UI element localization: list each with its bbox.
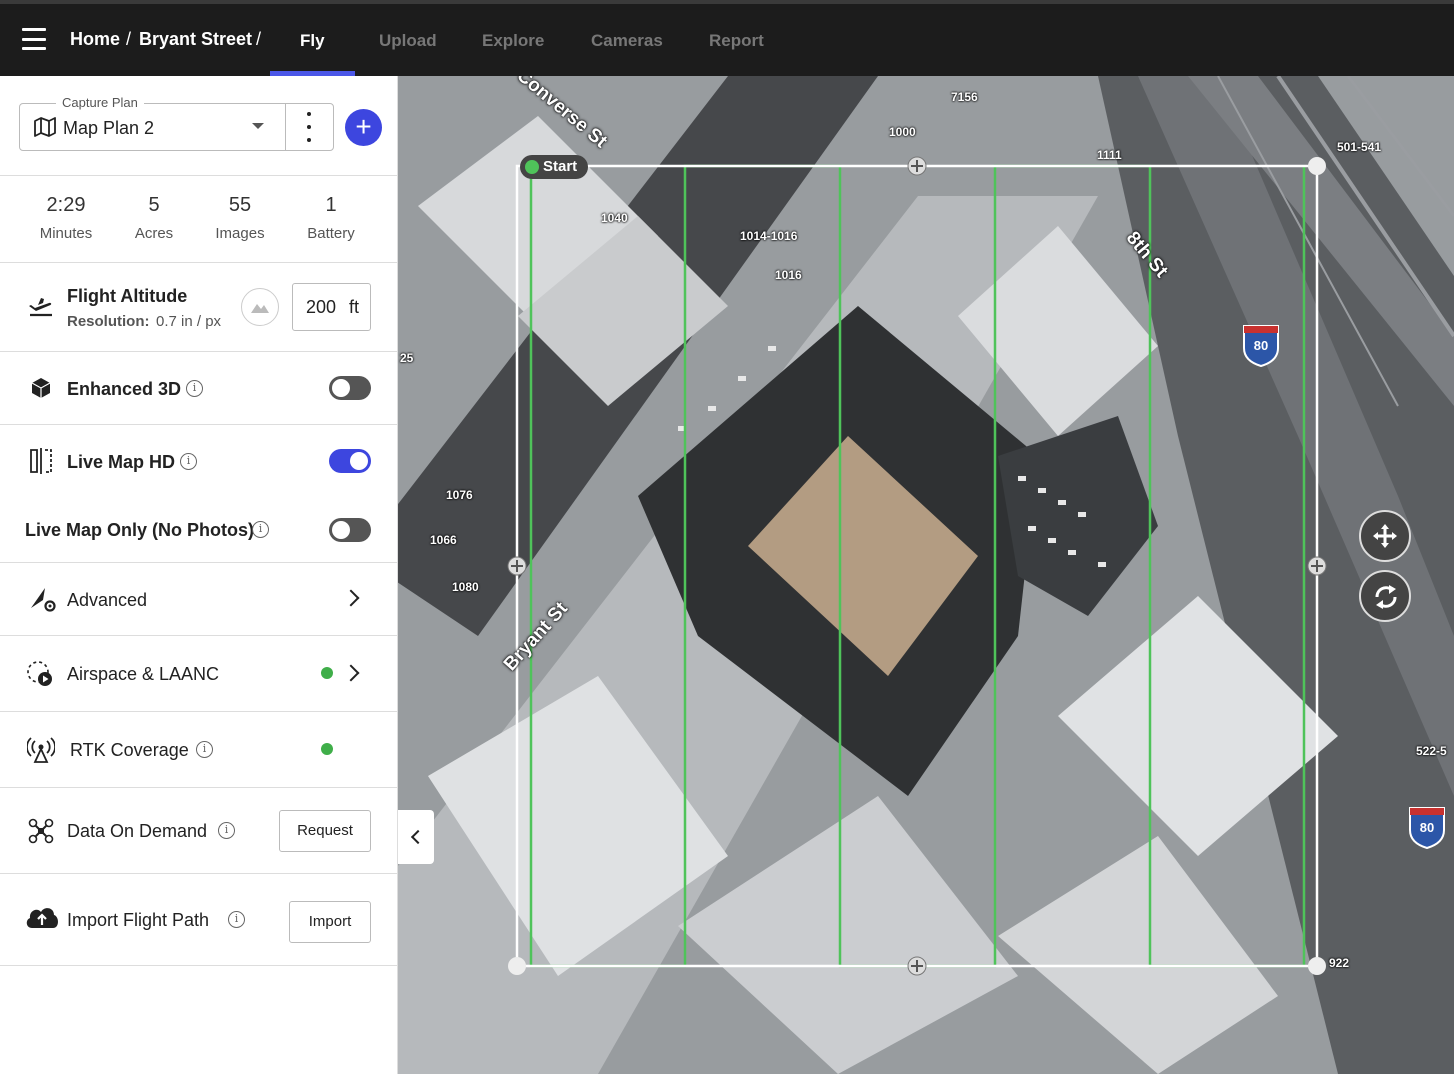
terrain-follow-button[interactable] bbox=[241, 288, 279, 326]
address-label: 1076 bbox=[446, 488, 473, 502]
info-icon[interactable]: i bbox=[180, 453, 197, 470]
collapse-sidebar-button[interactable] bbox=[398, 810, 434, 864]
request-button[interactable]: Request bbox=[279, 810, 371, 852]
address-label: 1111 bbox=[1097, 148, 1122, 162]
info-icon[interactable]: i bbox=[228, 911, 245, 928]
stat-battery: 1 Battery bbox=[291, 194, 371, 242]
flight-settings-sidebar: Capture Plan Map Plan 2 + 2:29 Minutes 5… bbox=[0, 76, 398, 1074]
address-label: 25 bbox=[400, 351, 414, 365]
stat-images: 55 Images bbox=[200, 194, 280, 242]
chevron-left-icon bbox=[410, 829, 426, 845]
import-button[interactable]: Import bbox=[289, 901, 371, 943]
breadcrumb-separator: / bbox=[256, 29, 262, 49]
capture-plan-name: Map Plan 2 bbox=[63, 118, 155, 138]
more-options-icon[interactable] bbox=[303, 112, 315, 142]
airplane-takeoff-icon bbox=[29, 298, 52, 317]
airspace-label: Airspace & LAANC bbox=[67, 664, 220, 684]
info-icon[interactable]: i bbox=[252, 521, 269, 538]
enhanced-3d-toggle[interactable] bbox=[329, 376, 371, 400]
highway-shield-label: 80 bbox=[1253, 338, 1269, 353]
live-map-hd-label: Live Map HD bbox=[67, 452, 176, 472]
tab-explore[interactable]: Explore bbox=[482, 31, 544, 51]
move-button[interactable] bbox=[1359, 510, 1411, 562]
stat-acres: 5 Acres bbox=[114, 194, 194, 242]
resolution-label: Resolution: bbox=[67, 313, 150, 330]
advanced-row[interactable] bbox=[0, 563, 398, 636]
data-on-demand-label: Data On Demand bbox=[67, 821, 208, 841]
add-plan-button[interactable]: + bbox=[345, 109, 382, 146]
stat-minutes: 2:29 Minutes bbox=[26, 194, 106, 242]
cube-icon bbox=[31, 378, 51, 398]
airspace-status-dot bbox=[321, 667, 333, 679]
antenna-icon bbox=[27, 737, 55, 763]
address-label: 1080 bbox=[452, 580, 479, 594]
address-label: 1040 bbox=[601, 211, 628, 225]
chevron-down-icon[interactable] bbox=[252, 123, 264, 129]
satellite-map[interactable]: Start Converse St 8th St Bryant St 7156 … bbox=[398, 76, 1454, 1074]
address-label: 501-541 bbox=[1337, 140, 1382, 154]
stat-label: Minutes bbox=[39, 225, 93, 242]
drone-icon bbox=[28, 818, 54, 844]
live-map-hd-toggle[interactable] bbox=[329, 449, 371, 473]
breadcrumb-separator: / bbox=[126, 29, 132, 49]
tab-report[interactable]: Report bbox=[709, 31, 764, 51]
altitude-value: 200 bbox=[306, 297, 337, 317]
start-label: Start bbox=[543, 158, 578, 175]
tab-fly[interactable]: Fly bbox=[300, 31, 325, 51]
address-label: 522-5 bbox=[1416, 744, 1447, 758]
flight-stats: 2:29 Minutes 5 Acres 55 Images 1 Battery bbox=[0, 176, 398, 263]
stat-value: 2:29 bbox=[46, 194, 86, 216]
map-imagery bbox=[398, 76, 1454, 1074]
breadcrumb-home[interactable]: Home bbox=[70, 29, 120, 50]
altitude-unit: ft bbox=[349, 297, 360, 317]
capture-plan-legend: Capture Plan bbox=[56, 95, 144, 110]
address-label: 922 bbox=[1329, 956, 1350, 970]
divider bbox=[285, 104, 286, 150]
highway-shield-label: 80 bbox=[1419, 820, 1435, 835]
terrain-icon bbox=[251, 304, 269, 313]
address-label: 1066 bbox=[430, 533, 457, 547]
cloud-upload-icon bbox=[26, 908, 58, 928]
live-map-only-label: Live Map Only (No Photos) bbox=[25, 520, 255, 540]
rtk-status-dot bbox=[321, 743, 333, 755]
stat-value: 1 bbox=[325, 194, 337, 216]
stat-value: 5 bbox=[148, 194, 160, 216]
advanced-label: Advanced bbox=[67, 590, 148, 610]
address-label: 1016 bbox=[775, 268, 802, 282]
info-icon[interactable]: i bbox=[186, 380, 203, 397]
stat-label: Acres bbox=[134, 225, 174, 242]
tab-upload[interactable]: Upload bbox=[379, 31, 437, 51]
stat-label: Images bbox=[215, 225, 265, 242]
stat-label: Battery bbox=[307, 225, 355, 242]
rotate-icon bbox=[1375, 585, 1397, 609]
rtk-label: RTK Coverage bbox=[70, 740, 189, 760]
address-label: 7156 bbox=[951, 90, 978, 104]
menu-icon[interactable] bbox=[22, 28, 46, 50]
info-icon[interactable]: i bbox=[196, 741, 213, 758]
tab-cameras[interactable]: Cameras bbox=[591, 31, 663, 51]
altitude-input[interactable]: 200 ft bbox=[292, 283, 371, 331]
info-icon[interactable]: i bbox=[218, 822, 235, 839]
stat-value: 55 bbox=[228, 194, 252, 216]
map-icon bbox=[34, 117, 56, 137]
import-flight-path-label: Import Flight Path bbox=[67, 910, 210, 930]
address-label: 1000 bbox=[889, 125, 916, 139]
flight-altitude-title: Flight Altitude bbox=[67, 286, 188, 306]
rotate-button[interactable] bbox=[1359, 570, 1411, 622]
drone-settings-icon bbox=[31, 588, 56, 612]
live-map-section bbox=[0, 425, 398, 563]
top-bar: Home / Bryant Street / Fly Upload Explor… bbox=[0, 0, 1454, 76]
move-icon bbox=[1373, 524, 1397, 548]
enhanced-3d-label: Enhanced 3D bbox=[67, 379, 182, 399]
airspace-icon bbox=[27, 661, 52, 686]
resolution-value: 0.7 in / px bbox=[156, 313, 222, 330]
breadcrumb-project[interactable]: Bryant Street bbox=[139, 29, 252, 50]
live-map-hd-icon bbox=[30, 448, 52, 474]
capture-plan-section: Capture Plan Map Plan 2 + bbox=[0, 76, 398, 176]
address-label: 1014-1016 bbox=[740, 229, 798, 243]
live-map-only-toggle[interactable] bbox=[329, 518, 371, 542]
